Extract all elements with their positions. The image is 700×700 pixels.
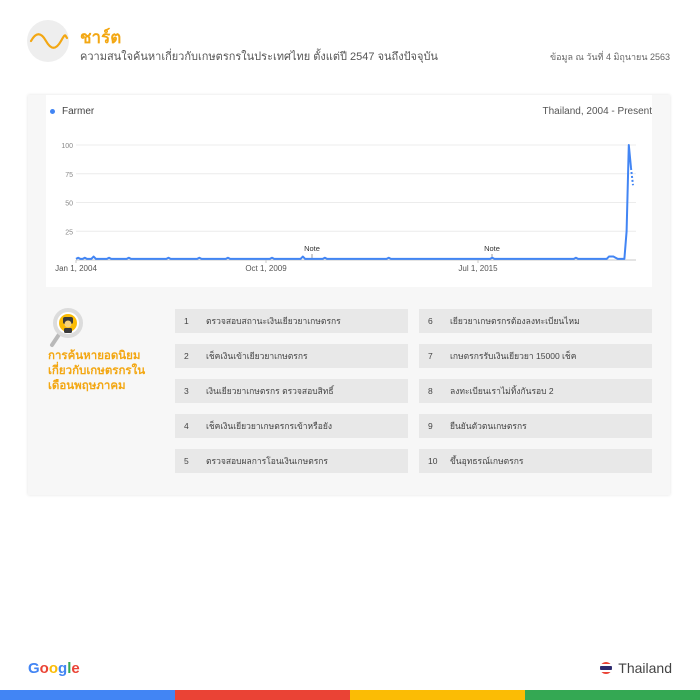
popular-search-text: เยียวยาเกษตรกรต้องลงทะเบียนไหม [450, 316, 580, 326]
popular-search-item: 10 ขึ้นอุทธรณ์เกษตรกร [419, 449, 652, 473]
popular-search-item: 9 ยืนยันตัวตนเกษตรกร [419, 414, 652, 438]
google-logo-letter: o [39, 660, 49, 677]
popular-search-text: ตรวจสอบสถานะเงินเยียวยาเกษตรกร [206, 316, 341, 326]
note-label: Note [304, 244, 320, 253]
y-tick-label: 50 [65, 201, 73, 208]
popular-search-item: 5 ตรวจสอบผลการโอนเงินเกษตรกร [175, 449, 408, 473]
color-bar-segment [175, 690, 350, 700]
trends-logo [27, 20, 69, 62]
search-icon [48, 307, 84, 351]
wave-icon [29, 33, 69, 49]
google-logo-letter: e [71, 660, 80, 677]
google-logo-letter: g [58, 660, 68, 677]
y-tick-label: 75 [65, 172, 73, 179]
chart-panel: Farmer Thailand, 2004 - Present 25 50 75 10… [46, 95, 652, 287]
x-tick-label: Jul 1, 2015 [458, 264, 498, 273]
google-logo: Google [28, 660, 80, 677]
popular-search-item: 6 เยียวยาเกษตรกรต้องลงทะเบียนไหม [419, 309, 652, 333]
popular-search-item: 3 เงินเยียวยาเกษตรกร ตรวจสอบสิทธิ์ [175, 379, 408, 403]
series-line-farmer [75, 144, 632, 260]
popular-search-text: ขึ้นอุทธรณ์เกษตรกร [450, 456, 524, 466]
data-date: ข้อมูล ณ วันที่ 4 มิถุนายน 2563 [549, 52, 670, 62]
popular-search-text: เกษตรกรรับเงินเยียวยา 15000 เช็ค [450, 351, 577, 361]
popular-search-item: 7 เกษตรกรรับเงินเยียวยา 15000 เช็ค [419, 344, 652, 368]
page-subtitle: ความสนใจค้นหาเกี่ยวกับเกษตรกรในประเทศไทย… [80, 51, 438, 63]
popular-search-rank: 9 [428, 421, 433, 431]
popular-search-rank: 4 [184, 421, 189, 431]
y-tick-label: 100 [61, 143, 73, 150]
color-bar-segment [350, 690, 525, 700]
popular-search-rank: 5 [184, 456, 189, 466]
popular-search-rank: 8 [428, 386, 433, 396]
x-tick-label: Oct 1, 2009 [245, 264, 287, 273]
popular-search-item: 2 เช็คเงินเข้าเยียวยาเกษตรกร [175, 344, 408, 368]
series-partial-line [630, 167, 634, 186]
y-tick-label: 25 [65, 229, 73, 236]
color-bar-segment [0, 690, 175, 700]
popular-search-text: เช็คเงินเข้าเยียวยาเกษตรกร [206, 351, 308, 361]
popular-search-text: เงินเยียวยาเกษตรกร ตรวจสอบสิทธิ์ [206, 386, 334, 396]
popular-search-text: ยืนยันตัวตนเกษตรกร [450, 421, 527, 431]
google-logo-letter: G [28, 660, 40, 677]
popular-search-text: ลงทะเบียนเราไม่ทิ้งกันรอบ 2 [450, 386, 554, 396]
popular-searches-title: การค้นหายอดนิยมเกี่ยวกับเกษตรกรในเดือนพฤ… [48, 350, 146, 392]
line-chart: 25 50 75 100 Jan 1, 2004 Oct 1, 2009 Jul 1, 20… [55, 143, 636, 273]
popular-search-rank: 7 [428, 351, 433, 361]
popular-search-text: ตรวจสอบผลการโอนเงินเกษตรกร [206, 456, 329, 466]
popular-search-item: 8 ลงทะเบียนเราไม่ทิ้งกันรอบ 2 [419, 379, 652, 403]
note-label: Note [484, 244, 500, 253]
x-tick-label: Jan 1, 2004 [55, 264, 97, 273]
color-bar [0, 690, 700, 700]
color-bar-segment [525, 690, 700, 700]
popular-search-rank: 3 [184, 386, 189, 396]
popular-search-text: เช็คเงินเยียวยาเกษตรกรเข้าหรือยัง [206, 421, 332, 431]
popular-search-rank: 2 [184, 351, 189, 361]
popular-search-rank: 6 [428, 316, 433, 326]
country-label-wrap: Thailand [600, 660, 672, 676]
popular-search-item: 4 เช็คเงินเยียวยาเกษตรกรเข้าหรือยัง [175, 414, 408, 438]
thailand-flag-icon [600, 662, 613, 674]
popular-search-item: 1 ตรวจสอบสถานะเงินเยียวยาเกษตรกร [175, 309, 408, 333]
google-logo-letter: o [48, 660, 59, 677]
trends-card: Farmer Thailand, 2004 - Present 25 50 75 10… [28, 95, 670, 495]
popular-search-rank: 1 [184, 316, 189, 326]
popular-search-rank: 10 [428, 456, 438, 466]
country-label: Thailand [618, 660, 672, 676]
